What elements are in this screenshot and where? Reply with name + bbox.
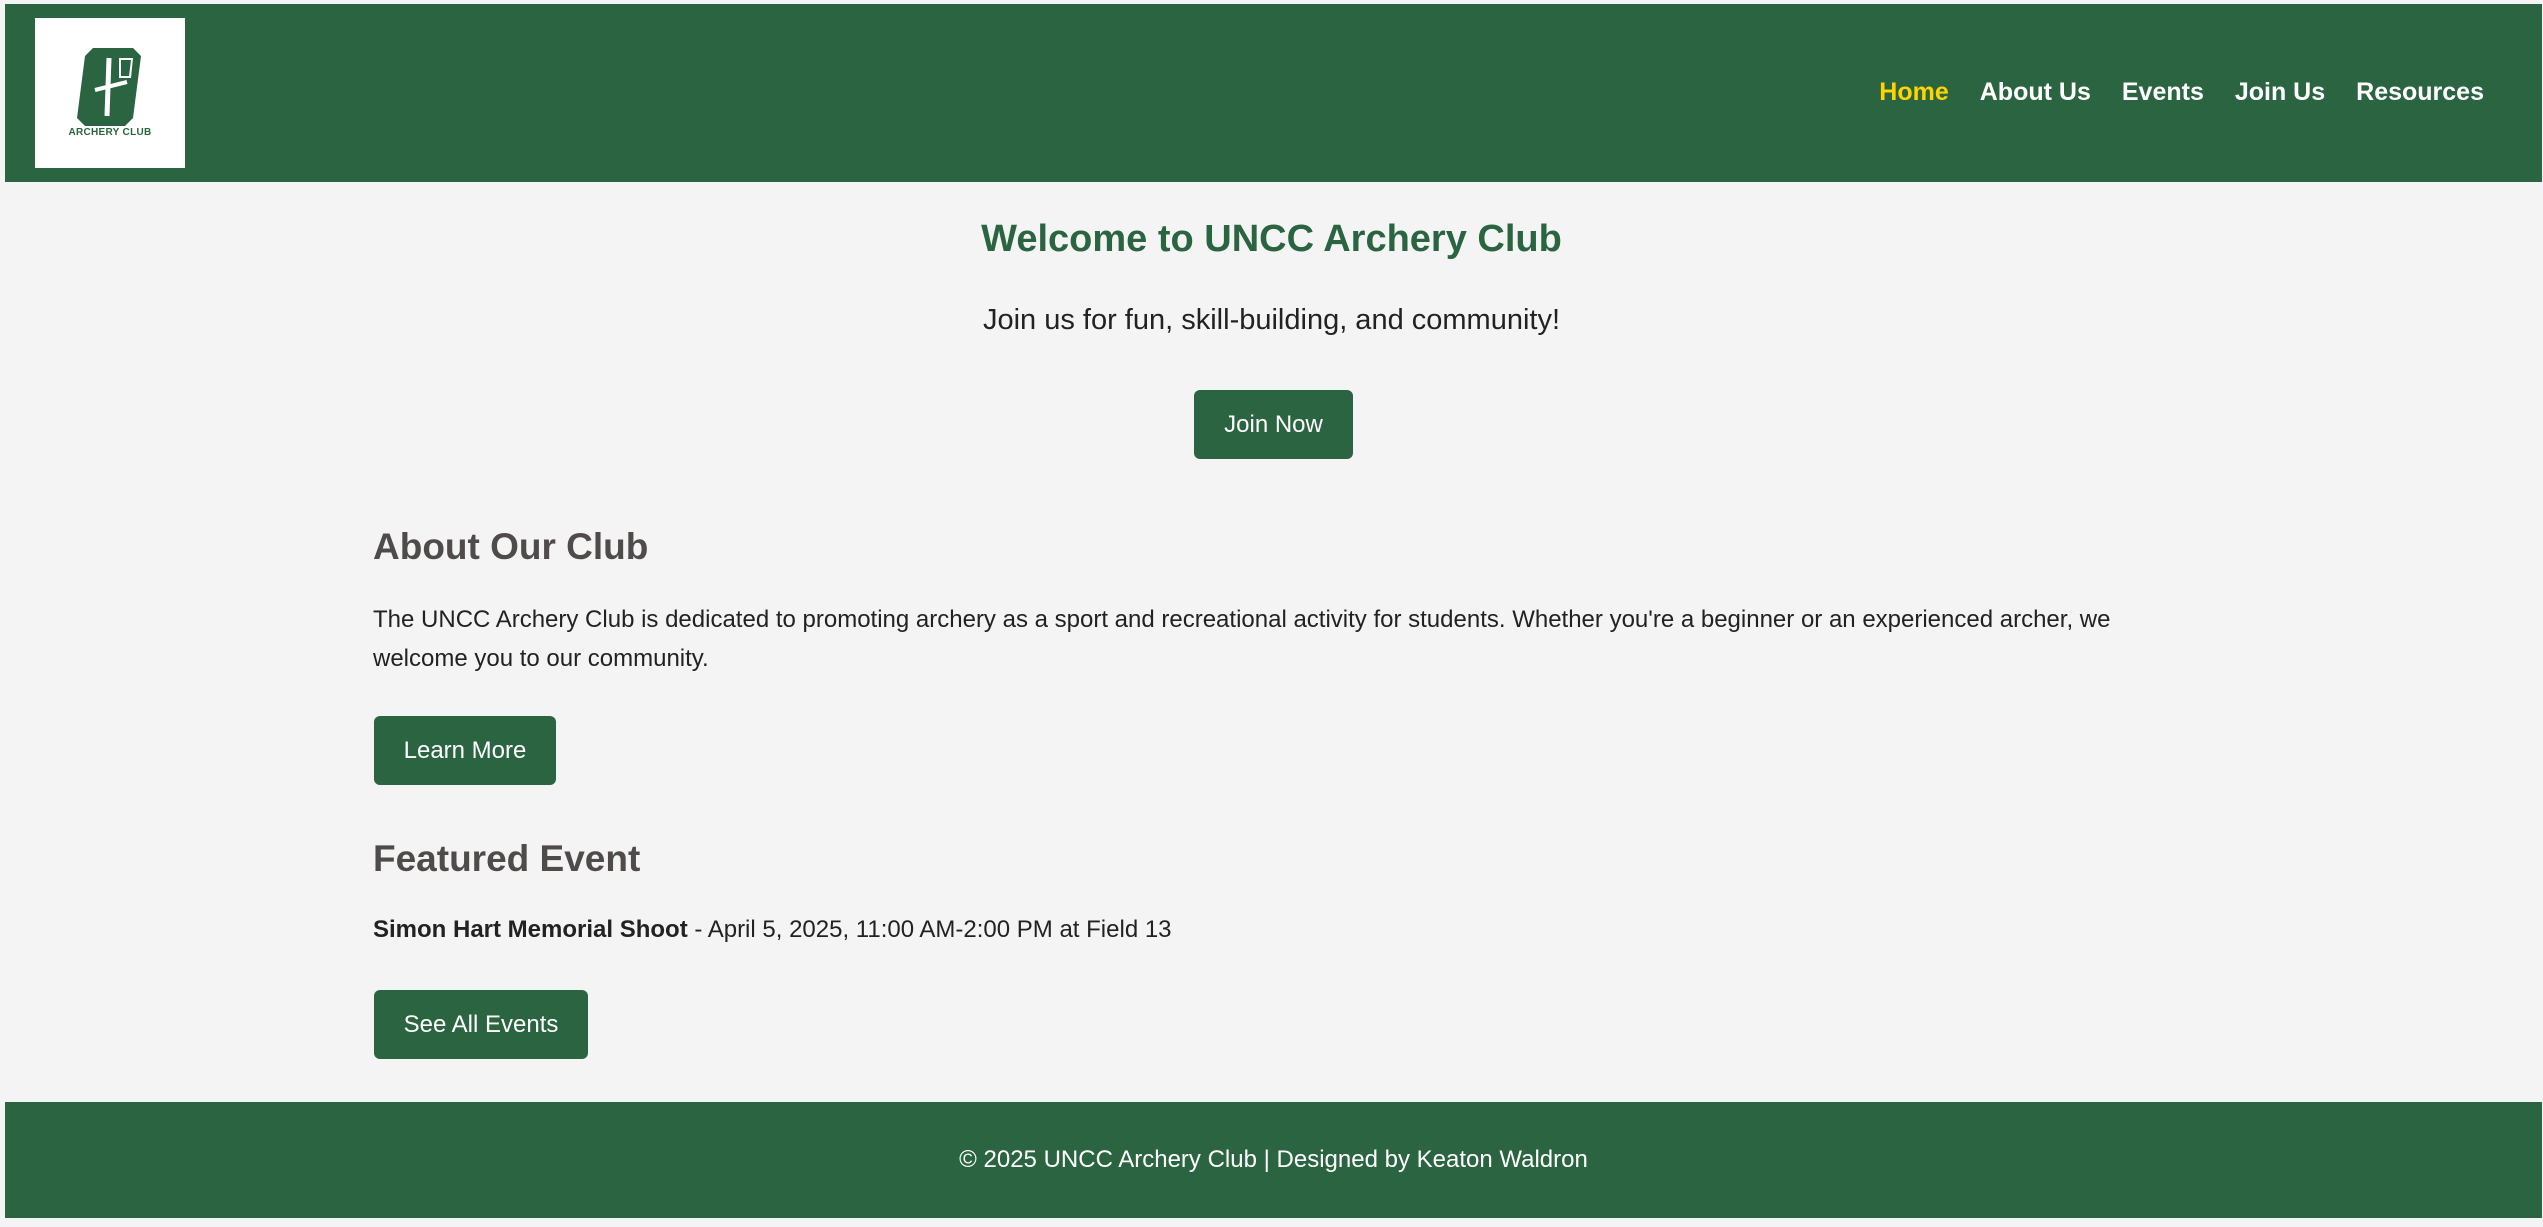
event-name: Simon Hart Memorial Shoot (373, 916, 688, 943)
event-details: - April 5, 2025, 11:00 AM-2:00 PM at Fie… (687, 916, 1172, 943)
site-header: ARCHERY CLUB Home About Us Events Join U… (5, 4, 2542, 182)
nav-home-link[interactable]: Home (1879, 78, 1948, 107)
see-all-events-button[interactable]: See All Events (374, 990, 588, 1059)
nav-resources-link[interactable]: Resources (2356, 78, 2484, 107)
join-now-button[interactable]: Join Now (1194, 390, 1353, 459)
nav-events-link[interactable]: Events (2122, 78, 2204, 107)
logo-caption: ARCHERY CLUB (68, 127, 152, 138)
learn-more-button[interactable]: Learn More (374, 716, 556, 785)
site-footer: © 2025 UNCC Archery Club | Designed by K… (5, 1102, 2542, 1218)
featured-event-heading: Featured Event (373, 838, 641, 879)
nav-about-us-link[interactable]: About Us (1980, 78, 2091, 107)
about-text: The UNCC Archery Club is dedicated to pr… (373, 606, 2111, 672)
featured-event-line: Simon Hart Memorial Shoot - April 5, 202… (373, 916, 1172, 944)
footer-text: © 2025 UNCC Archery Club | Designed by K… (959, 1146, 1588, 1173)
uncc-archery-club-logo-icon (77, 48, 141, 126)
about-heading: About Our Club (373, 526, 649, 567)
nav-join-us-link[interactable]: Join Us (2235, 78, 2325, 107)
club-logo[interactable]: ARCHERY CLUB (35, 18, 185, 168)
hero-title: Welcome to UNCC Archery Club (981, 218, 1562, 260)
main-nav: Home About Us Events Join Us Resources (1879, 78, 2484, 107)
hero-tagline: Join us for fun, skill-building, and com… (982, 304, 1561, 336)
